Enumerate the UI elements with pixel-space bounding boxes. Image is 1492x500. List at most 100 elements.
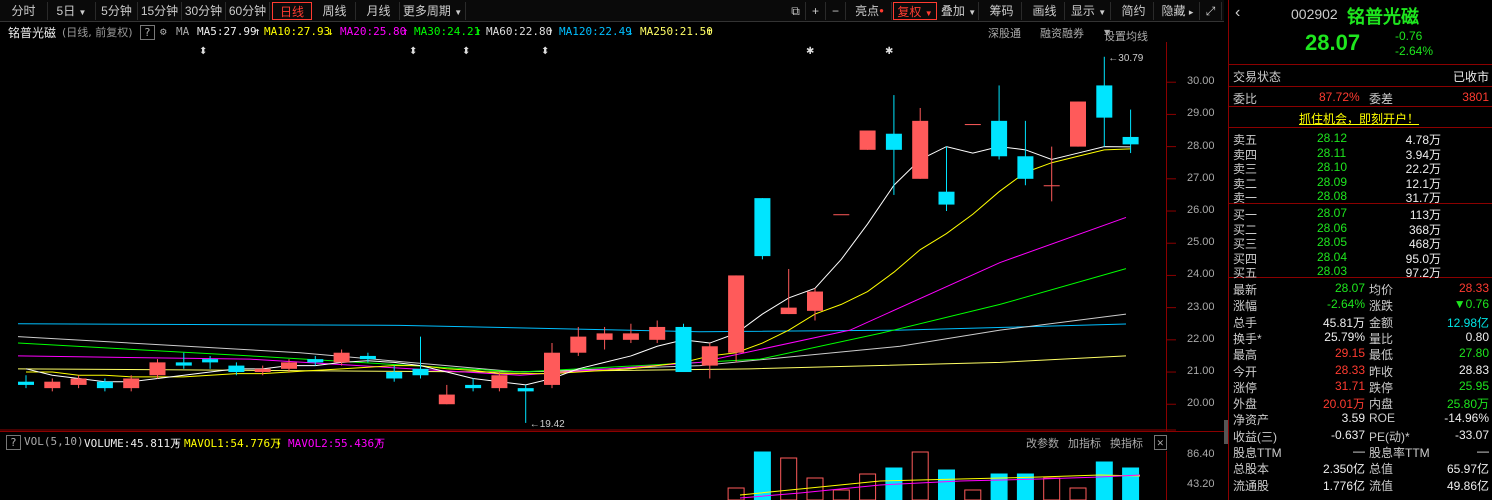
tab-15min[interactable]: 15分钟 <box>138 2 182 20</box>
ma-label: MA <box>176 25 190 38</box>
zoom-in-button[interactable]: + <box>806 2 826 20</box>
candle-body <box>1043 185 1060 187</box>
ma120-arrow-down-icon: ↓ <box>627 25 634 38</box>
volume-chart <box>727 451 1141 500</box>
stat-value-right: 0.80 <box>1465 329 1489 344</box>
candle-body <box>412 368 429 376</box>
tab-5day[interactable]: 5日 ▼ <box>48 2 96 20</box>
candle-body <box>544 352 560 385</box>
chevron-right-icon: ▸ <box>1188 7 1194 17</box>
stock-subtitle: (日线, 前复权) <box>62 26 133 39</box>
chips-button[interactable]: 筹码 <box>982 2 1022 20</box>
stat-value-right: — <box>1477 444 1489 458</box>
stat-label-right: ROE <box>1369 411 1396 426</box>
trade-status-row: 交易状态 已收市 <box>1229 67 1492 84</box>
highlight-button[interactable]: 亮点● <box>848 2 892 20</box>
back-arrow-icon[interactable]: ‹ <box>1235 4 1240 22</box>
hide-button[interactable]: 隐藏 ▸ <box>1156 2 1200 20</box>
volume-bar <box>1043 477 1061 500</box>
overlay-button[interactable]: 叠加 ▼ <box>939 2 979 20</box>
stat-row: 最高 29.15 最低 27.80 <box>1229 345 1492 362</box>
last-price: 28.07 <box>1305 30 1361 55</box>
candle-body <box>1017 156 1034 179</box>
lock-button[interactable]: ⧉ <box>786 2 806 20</box>
tab-more-periods-label: 更多周期 <box>402 4 451 18</box>
ma30-value: MA30:24.21 <box>414 25 481 38</box>
bid-price: 28.07 <box>1317 206 1348 220</box>
candle-body <box>807 291 823 311</box>
candle-body <box>964 124 981 126</box>
ma60-value: MA60:22.80 <box>486 25 553 38</box>
price-axis-tick: 26.00 <box>1187 204 1215 217</box>
simple-button[interactable]: 简约 <box>1114 2 1154 20</box>
volume-bar <box>938 469 955 500</box>
high-annotation: ←30.79 <box>1108 53 1143 64</box>
tab-30min[interactable]: 30分钟 <box>182 2 226 20</box>
chevron-down-icon: ▼ <box>968 8 977 17</box>
candlestick-chart[interactable]: ←30.79 ←19.42 ⬍ ⬍ ⬍ ⬍ ✱ ✱ <box>0 42 1176 431</box>
ask-volume: 31.7万 <box>1405 191 1441 205</box>
stat-value-right: ▼0.76 <box>1453 297 1489 312</box>
stat-value-left: 3.59 <box>1341 411 1365 426</box>
ma250-value: MA250:21.50 <box>640 25 713 38</box>
candle-body <box>307 359 324 363</box>
highlight-label: 亮点 <box>855 4 880 18</box>
link-hk-connect[interactable]: 深股通 <box>988 25 1021 41</box>
link-switch-indicator[interactable]: 换指标 <box>1110 435 1143 451</box>
tab-timeshare[interactable]: 分时 <box>0 2 48 20</box>
link-edit-params[interactable]: 改参数 <box>1026 435 1059 451</box>
notification-dot-icon: ● <box>879 6 884 15</box>
candle-body <box>254 368 271 373</box>
candle-body <box>149 362 166 376</box>
display-button[interactable]: 显示 ▼ <box>1067 2 1111 20</box>
promo-link[interactable]: 抓住机会，即刻开户！ <box>1229 109 1492 126</box>
help-icon[interactable]: ? <box>140 25 155 40</box>
settings-gear-icon[interactable]: ⚙ <box>160 25 167 38</box>
candle-body <box>754 198 771 257</box>
stat-value-left: 1.776亿 <box>1322 478 1365 493</box>
candle-body <box>675 326 692 373</box>
draw-button[interactable]: 画线 <box>1025 2 1065 20</box>
candle-body <box>912 120 929 179</box>
webi-value: 87.72% <box>1319 90 1360 104</box>
fullscreen-icon: ⤢ <box>1205 4 1216 18</box>
link-add-indicator[interactable]: 加指标 <box>1068 435 1101 451</box>
stock-name: 铭普光磁 <box>1347 7 1419 27</box>
overlay-label: 叠加 <box>940 4 965 18</box>
ask-price: 28.12 <box>1317 131 1348 145</box>
candle-body <box>859 130 876 150</box>
tab-60min[interactable]: 60分钟 <box>226 2 270 20</box>
ask-row: 卖一 28.08 31.7万 <box>1229 188 1492 205</box>
tab-more-periods[interactable]: 更多周期 ▼ <box>400 2 466 20</box>
candle-body <box>333 352 350 363</box>
close-icon[interactable]: ✕ <box>1154 435 1167 450</box>
volume-value: VOLUME:45.811万 <box>84 437 182 450</box>
adjust-button[interactable]: 复权 ▼ <box>893 2 937 20</box>
stat-row: 涨停 31.71 跌停 25.95 <box>1229 378 1492 395</box>
ma60-arrow-up-icon: ↑ <box>547 25 554 38</box>
stat-row: 涨幅 -2.64% 涨跌 ▼0.76 <box>1229 296 1492 313</box>
tab-weekly[interactable]: 周线 <box>314 2 356 20</box>
bid-price: 28.05 <box>1317 235 1348 249</box>
candle-body <box>123 378 140 389</box>
zoom-out-button[interactable]: − <box>826 2 846 20</box>
chevron-down-icon: ▼ <box>1098 8 1107 17</box>
tab-monthly[interactable]: 月线 <box>358 2 400 20</box>
ma30-arrow-up-icon: ↑ <box>475 25 482 38</box>
hide-label: 隐藏 <box>1161 4 1186 18</box>
fullscreen-button[interactable]: ⤢ <box>1200 2 1222 20</box>
tab-daily[interactable]: 日线 <box>272 2 312 20</box>
stat-value-left: -0.637 <box>1330 427 1365 442</box>
ma250-arrow-up-icon: ↑ <box>706 25 713 38</box>
weicha-value: 3801 <box>1462 90 1489 104</box>
candle-body <box>386 372 403 379</box>
price-axis-tick: 28.00 <box>1187 139 1215 152</box>
stat-row: 股息TTM — 股息率TTM — <box>1229 443 1492 460</box>
tab-5min[interactable]: 5分钟 <box>96 2 138 20</box>
link-margin[interactable]: 融资融券 <box>1040 25 1084 41</box>
price-axis-tick: 21.00 <box>1187 365 1215 378</box>
volume-arrow-down-icon: ↓ <box>173 435 180 448</box>
vol-label: VOL(5,10) <box>24 435 84 448</box>
candle-body <box>570 336 587 353</box>
vol-help-icon[interactable]: ? <box>6 435 21 450</box>
